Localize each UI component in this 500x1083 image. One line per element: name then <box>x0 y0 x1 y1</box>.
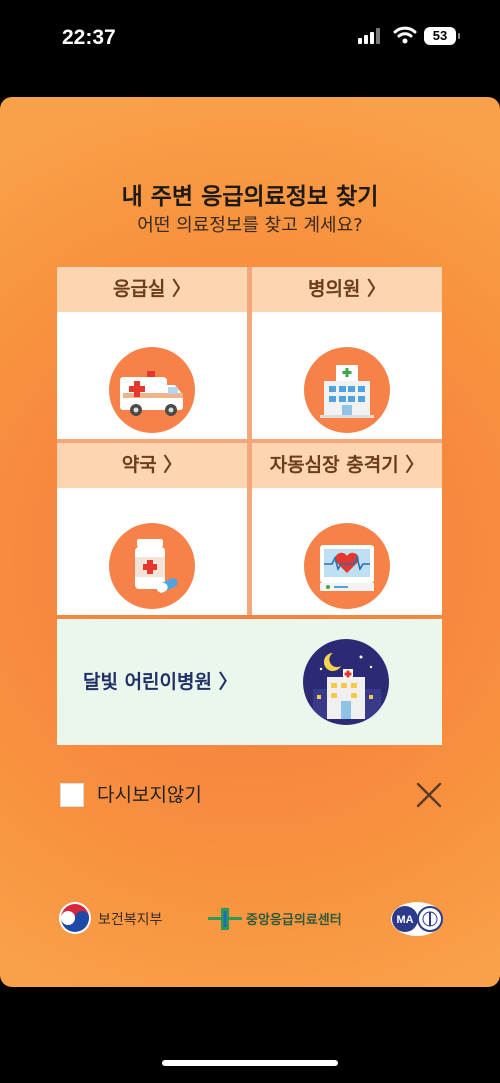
taegeuk-icon <box>59 902 91 934</box>
status-bar: 22:37 53 <box>0 0 500 80</box>
modal-subtitle: 어떤 의료정보를 찾고 계세요? <box>137 215 363 236</box>
hospital-icon <box>304 347 390 433</box>
defibrillator-icon <box>304 523 390 609</box>
ma-logo: MA <box>390 897 444 941</box>
category-grid: 응급실 〉 병의원 〉 약국 〉 자동심장 충격기 〉 <box>57 267 442 615</box>
tile-aed[interactable]: 자동심장 충격기 〉 <box>252 443 442 615</box>
night-hospital-icon <box>303 639 389 725</box>
wifi-icon <box>393 26 417 44</box>
tile-clinic[interactable]: 병의원 〉 <box>252 267 442 439</box>
center-logo: 중앙응급의료센터 <box>208 897 358 941</box>
tile-emergency-room-label: 응급실 〉 <box>57 267 247 312</box>
tile-night-label: 달빛 어린이병원 〉 <box>83 671 238 693</box>
pill-bottle-icon <box>109 523 195 609</box>
ambulance-icon <box>109 347 195 433</box>
ma-logo-text: MA <box>396 914 413 926</box>
tile-pharmacy[interactable]: 약국 〉 <box>57 443 247 615</box>
tile-emergency-room[interactable]: 응급실 〉 <box>57 267 247 439</box>
modal-title: 내 주변 응급의료정보 찾기 <box>121 184 379 210</box>
center-logo-mark-icon <box>208 908 242 930</box>
ministry-logo: 보건복지부 <box>58 897 178 941</box>
tile-clinic-label: 병의원 〉 <box>252 267 442 312</box>
tile-aed-label: 자동심장 충격기 〉 <box>252 443 442 488</box>
center-logo-text: 중앙응급의료센터 <box>246 913 342 928</box>
home-indicator[interactable] <box>162 1060 338 1066</box>
close-icon[interactable] <box>414 780 444 810</box>
dont-show-again-label: 다시보지않기 <box>97 784 202 806</box>
battery-icon: 53 <box>424 27 460 45</box>
emergency-info-modal: 내 주변 응급의료정보 찾기 어떤 의료정보를 찾고 계세요? 응급실 〉 병의… <box>0 97 500 987</box>
status-time: 22:37 <box>62 26 116 49</box>
tile-pharmacy-label: 약국 〉 <box>57 443 247 488</box>
footer-logos: 보건복지부 중앙응급의료센터 MA <box>0 897 500 941</box>
tile-night-childrens-hospital[interactable]: 달빛 어린이병원 〉 <box>57 619 442 745</box>
ministry-logo-text: 보건복지부 <box>98 912 163 928</box>
dont-show-again-checkbox[interactable] <box>60 783 84 807</box>
cellular-signal-icon <box>358 28 380 44</box>
